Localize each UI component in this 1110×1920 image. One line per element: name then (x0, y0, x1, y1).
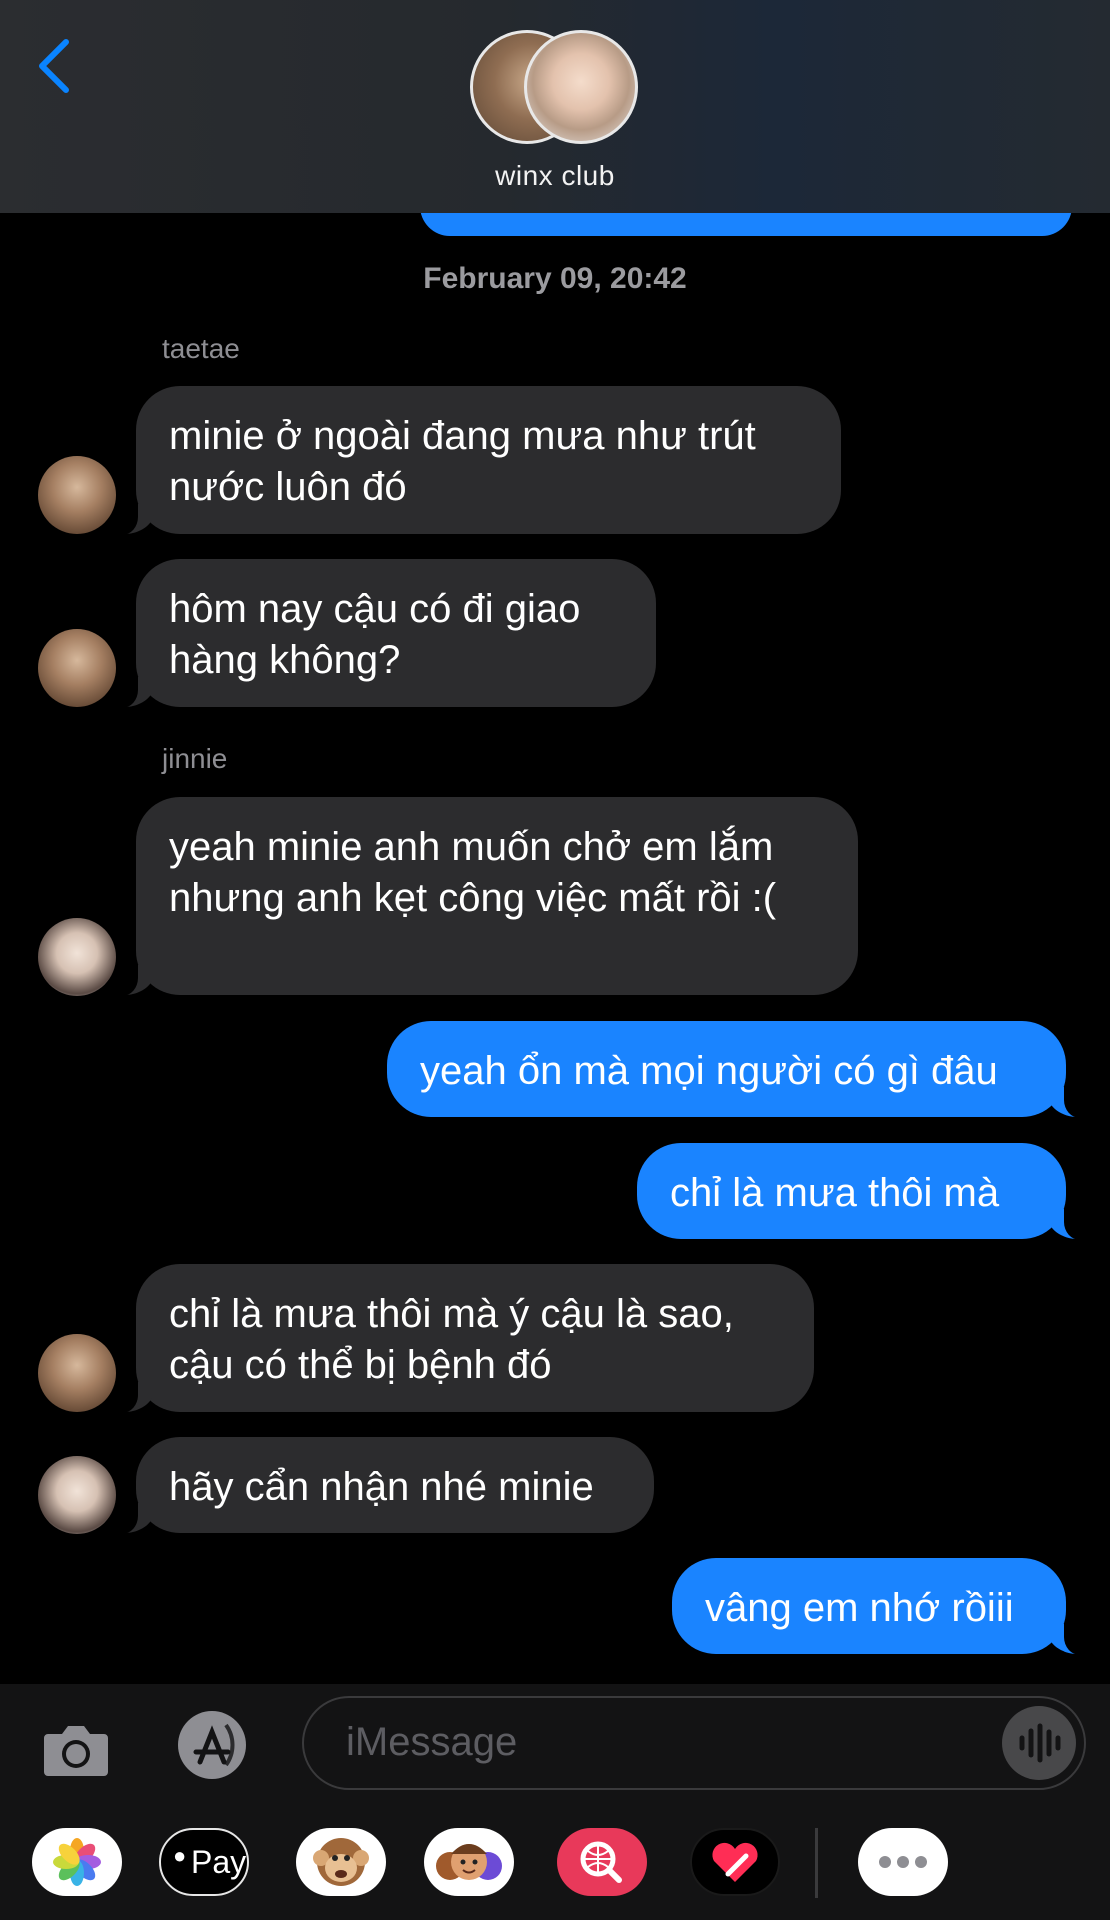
message-bubble-incoming[interactable]: minie ở ngoài đang mưa như trút nước luô… (116, 386, 841, 535)
message-text: hôm nay cậu có đi giao hàng không? (169, 587, 581, 682)
conversation-header: winx club (0, 0, 1110, 213)
animoji-app-icon[interactable] (296, 1828, 386, 1896)
apple-pay-label: Pay (191, 1844, 247, 1880)
avatar-taetae[interactable] (38, 456, 116, 534)
web-search-app-icon[interactable] (557, 1828, 647, 1896)
app-store-icon[interactable] (168, 1710, 256, 1780)
memoji-app-icon[interactable] (424, 1828, 514, 1896)
avatar-jinnie[interactable] (38, 1456, 116, 1534)
app-drawer: ● Pay (0, 1828, 1110, 1908)
back-chevron-icon[interactable] (34, 36, 74, 96)
message-input-bar: iMessage ● Pay (0, 1684, 1110, 1920)
digital-touch-app-icon[interactable] (690, 1828, 780, 1896)
app-drawer-divider (815, 1828, 818, 1898)
message-text: minie ở ngoài đang mưa như trút nước luô… (169, 414, 756, 509)
imessage-placeholder: iMessage (346, 1720, 518, 1764)
group-avatar-2 (524, 30, 638, 144)
message-bubble-outgoing[interactable]: yeah ổn mà mọi người có gì đâu (387, 1021, 1086, 1118)
camera-icon[interactable] (40, 1714, 112, 1786)
message-bubble-outgoing[interactable]: chỉ là mưa thôi mà (637, 1143, 1086, 1240)
more-apps-icon[interactable] (858, 1828, 948, 1896)
avatar-taetae[interactable] (38, 1334, 116, 1412)
apple-pay-app-icon[interactable]: ● Pay (159, 1828, 249, 1896)
message-text: yeah ổn mà mọi người có gì đâu (420, 1049, 998, 1093)
group-avatars[interactable] (470, 30, 640, 146)
message-bubble-incoming[interactable]: yeah minie anh muốn chở em lắm nhưng anh… (116, 797, 858, 996)
group-name[interactable]: winx club (0, 160, 1110, 192)
imessage-input[interactable]: iMessage (302, 1696, 1086, 1790)
photos-app-icon[interactable] (32, 1828, 122, 1896)
sender-label-taetae: taetae (162, 333, 240, 364)
message-text: hãy cẩn nhận nhé minie (169, 1465, 594, 1509)
audio-waveform-icon[interactable] (1002, 1706, 1076, 1780)
apple-logo-icon: ● (173, 1843, 187, 1868)
message-text: chỉ là mưa thôi mà ý cậu là sao, cậu có … (169, 1292, 734, 1387)
avatar-jinnie[interactable] (38, 918, 116, 996)
message-text: vâng em nhớ rồiii (705, 1586, 1014, 1630)
sender-label-jinnie: jinnie (162, 743, 228, 774)
message-bubble-incoming[interactable]: chỉ là mưa thôi mà ý cậu là sao, cậu có … (116, 1264, 814, 1413)
message-bubble-outgoing[interactable]: vâng em nhớ rồiii (672, 1558, 1086, 1655)
message-bubble-incoming[interactable]: hôm nay cậu có đi giao hàng không? (116, 559, 656, 708)
avatar-taetae[interactable] (38, 629, 116, 707)
message-text: chỉ là mưa thôi mà (670, 1171, 1000, 1215)
message-bubble-incoming[interactable]: hãy cẩn nhận nhé minie (116, 1437, 654, 1534)
timestamp: February 09, 20:42 (423, 262, 687, 295)
message-text: yeah minie anh muốn chở em lắm nhưng anh… (169, 825, 777, 920)
